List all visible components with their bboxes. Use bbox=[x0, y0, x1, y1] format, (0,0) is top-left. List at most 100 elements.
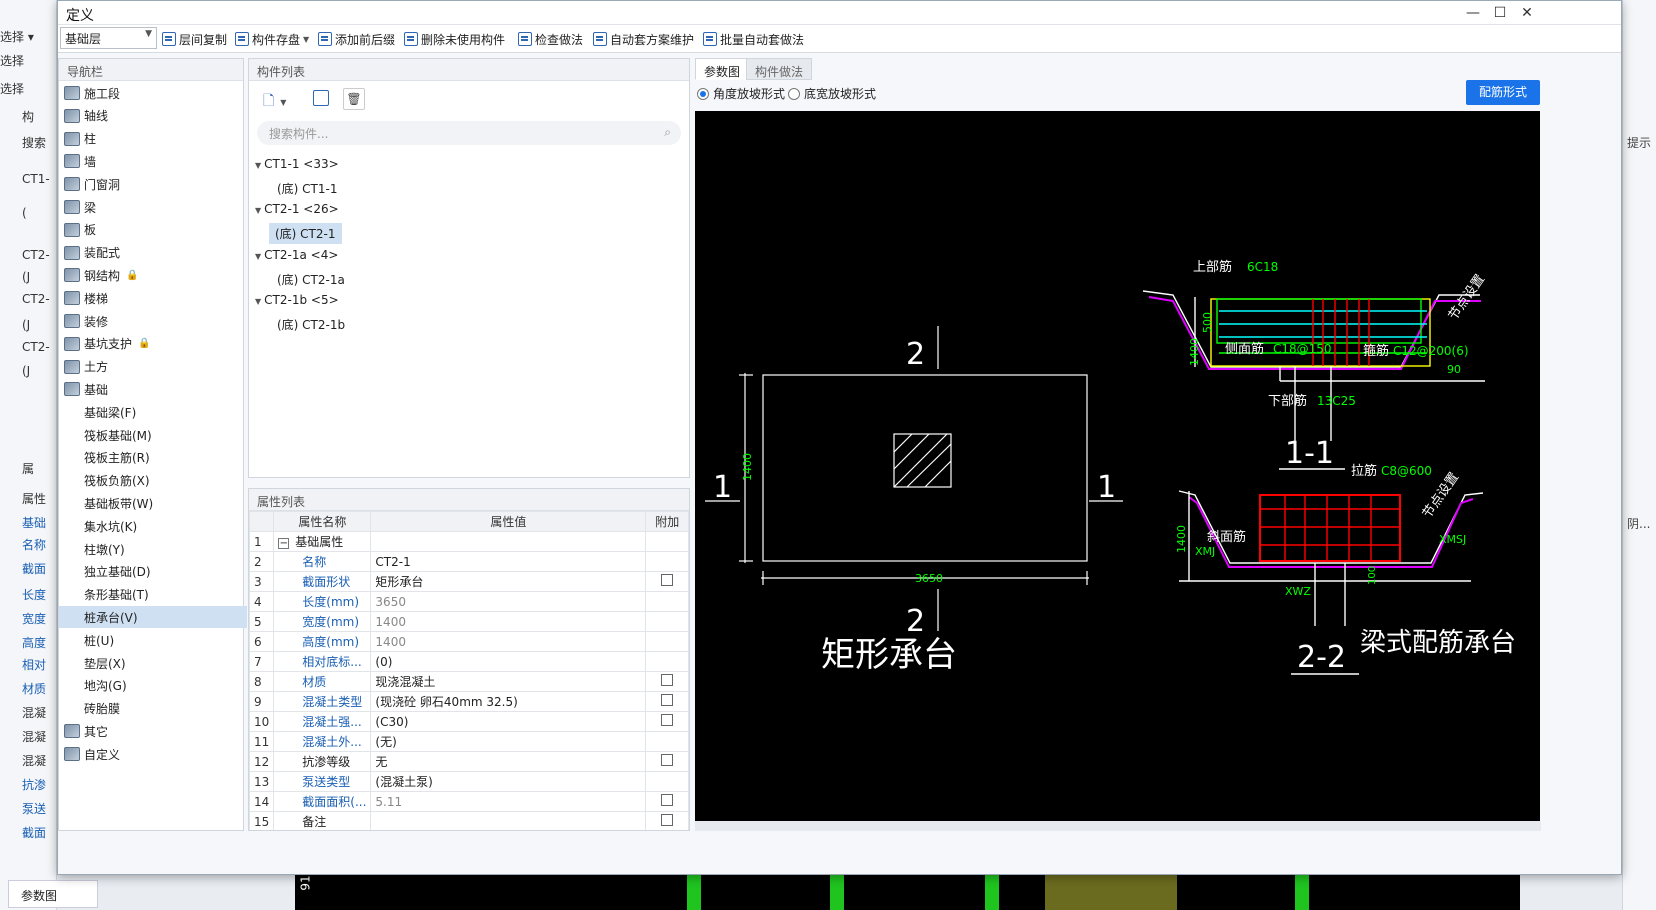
property-row[interactable]: 3 截面形状 矩形承台 bbox=[249, 571, 689, 592]
nav-sub-item[interactable]: 桩(U) bbox=[59, 629, 247, 651]
floor-copy-button[interactable]: 层间复制 bbox=[162, 30, 227, 48]
property-value[interactable]: 1400 bbox=[370, 611, 647, 632]
tree-item[interactable]: (底) CT2-1a bbox=[277, 271, 345, 288]
floor-select[interactable]: 基础层 ▼ bbox=[60, 27, 157, 49]
tree-item[interactable]: (底) CT1-1 bbox=[277, 180, 338, 197]
property-row[interactable]: 9 混凝土类型 (现浇砼 卵石40mm 32.5) bbox=[249, 691, 689, 712]
delete-icon[interactable]: 🗑 bbox=[343, 88, 365, 110]
tree-group[interactable]: ▼ CT2-1a <4> bbox=[255, 248, 338, 262]
nav-sub-item[interactable]: 柱墩(Y) bbox=[59, 538, 247, 560]
property-row[interactable]: 15 备注 bbox=[249, 811, 689, 830]
nav-item[interactable]: 板 bbox=[59, 219, 247, 241]
nav-sub-item[interactable]: 砖胎膜 bbox=[59, 698, 247, 720]
property-value[interactable] bbox=[370, 811, 647, 830]
property-row[interactable]: 11 混凝土外... (无) bbox=[249, 731, 689, 752]
duplicate-icon[interactable] bbox=[313, 90, 329, 106]
nav-sub-item[interactable]: 基础梁(F) bbox=[59, 401, 247, 423]
background-canvas-strip: 91 bbox=[295, 872, 1520, 910]
tab-param-diagram[interactable]: 参数图 bbox=[695, 58, 750, 80]
append-checkbox[interactable] bbox=[661, 574, 674, 586]
nav-item[interactable]: 基坑支护 🔒 bbox=[59, 333, 247, 355]
close-button[interactable]: ✕ bbox=[1514, 3, 1540, 23]
property-row[interactable]: 12 抗渗等级无 bbox=[249, 751, 689, 772]
minimize-button[interactable]: — bbox=[1460, 3, 1486, 23]
new-component-icon[interactable]: 🗋 ▼ bbox=[263, 90, 286, 114]
property-value[interactable]: 矩形承台 bbox=[370, 571, 647, 592]
maximize-button[interactable]: ☐ bbox=[1487, 3, 1513, 23]
nav-sub-item[interactable]: 筏板主筋(R) bbox=[59, 447, 247, 469]
property-value[interactable]: CT2-1 bbox=[370, 551, 647, 572]
nav-sub-item[interactable]: 筏板基础(M) bbox=[59, 424, 247, 446]
nav-item[interactable]: 梁 bbox=[59, 196, 247, 218]
property-row[interactable]: 5 宽度(mm) 1400 bbox=[249, 611, 689, 632]
nav-sub-item[interactable]: 桩承台(V) bbox=[59, 606, 247, 629]
property-value[interactable]: 无 bbox=[370, 751, 647, 772]
append-checkbox[interactable] bbox=[661, 794, 674, 806]
bg-tab-param[interactable]: 参数图 bbox=[8, 880, 98, 908]
nav-item[interactable]: 墙 bbox=[59, 150, 247, 172]
nav-sub-item[interactable]: 基础板带(W) bbox=[59, 492, 247, 514]
property-row[interactable]: 8 材质 现浇混凝土 bbox=[249, 671, 689, 692]
row-number: 3 bbox=[249, 571, 275, 592]
tree-group[interactable]: ▼ CT2-1b <5> bbox=[255, 293, 339, 307]
nav-item[interactable]: 施工段 bbox=[59, 82, 247, 104]
collapse-icon[interactable]: − bbox=[278, 538, 290, 549]
batch-auto-button[interactable]: 批量自动套做法 bbox=[703, 30, 804, 48]
property-row[interactable]: 1− 基础属性 bbox=[249, 531, 689, 552]
component-search-input[interactable]: 搜索构件... ⌕ bbox=[257, 121, 681, 145]
property-row[interactable]: 7 相对底标... (0) bbox=[249, 651, 689, 672]
property-row[interactable]: 2 名称 CT2-1 bbox=[249, 551, 689, 572]
tab-component-method[interactable]: 构件做法 bbox=[746, 58, 813, 80]
nav-item[interactable]: 土方 bbox=[59, 356, 247, 378]
nav-sub-item[interactable]: 集水坑(K) bbox=[59, 515, 247, 537]
nav-sub-item[interactable]: 条形基础(T) bbox=[59, 584, 247, 606]
nav-item[interactable]: 柱 bbox=[59, 128, 247, 150]
property-row[interactable]: 6 高度(mm) 1400 bbox=[249, 631, 689, 652]
rebar-form-button[interactable]: 配筋形式 bbox=[1466, 80, 1540, 105]
tree-group[interactable]: ▼ CT2-1 <26> bbox=[255, 202, 339, 216]
nav-item[interactable]: 装修 bbox=[59, 310, 247, 332]
nav-item[interactable]: 基础 bbox=[59, 378, 247, 400]
append-checkbox[interactable] bbox=[661, 814, 674, 826]
tree-item[interactable]: (底) CT2-1b bbox=[277, 316, 345, 333]
radio-width-slope[interactable]: 底宽放坡形式 bbox=[788, 85, 876, 102]
property-value[interactable] bbox=[370, 531, 647, 552]
delete-unused-button[interactable]: 删除未使用构件 bbox=[404, 30, 505, 48]
append-checkbox[interactable] bbox=[661, 674, 674, 686]
nav-item[interactable]: 楼梯 bbox=[59, 287, 247, 309]
property-row[interactable]: 4 长度(mm) 3650 bbox=[249, 591, 689, 612]
property-value[interactable]: (无) bbox=[370, 731, 647, 752]
property-value[interactable]: (混凝土泵) bbox=[370, 771, 647, 792]
property-value[interactable]: 现浇混凝土 bbox=[370, 671, 647, 692]
nav-item[interactable]: 装配式 bbox=[59, 242, 247, 264]
nav-item[interactable]: 轴线 bbox=[59, 105, 247, 127]
nav-item[interactable]: 门窗洞 bbox=[59, 173, 247, 195]
tree-item[interactable]: (底) CT2-1 bbox=[269, 223, 342, 245]
nav-sub-item[interactable]: 筏板负筋(X) bbox=[59, 470, 247, 492]
append-checkbox[interactable] bbox=[661, 694, 674, 706]
property-row[interactable]: 14 截面面积(... 5.11 bbox=[249, 791, 689, 812]
tree-group[interactable]: ▼ CT1-1 <33> bbox=[255, 157, 339, 171]
property-value[interactable]: (C30) bbox=[370, 711, 647, 732]
check-method-button[interactable]: 检查做法 bbox=[518, 30, 583, 48]
property-value[interactable]: 1400 bbox=[370, 631, 647, 652]
nav-sub-item[interactable]: 垫层(X) bbox=[59, 652, 247, 674]
add-prefix-suffix-button[interactable]: 添加前后缀 bbox=[318, 30, 395, 48]
append-checkbox[interactable] bbox=[661, 714, 674, 726]
nav-sub-item[interactable]: 地沟(G) bbox=[59, 675, 247, 697]
property-row[interactable]: 10 混凝土强... (C30) bbox=[249, 711, 689, 732]
radio-angle-slope[interactable]: 角度放坡形式 bbox=[697, 85, 785, 102]
drawing-scrollbar[interactable] bbox=[695, 821, 1541, 831]
nav-item[interactable]: 其它 bbox=[59, 720, 247, 742]
property-value[interactable]: (现浇砼 卵石40mm 32.5) bbox=[370, 691, 647, 712]
property-value[interactable]: 3650 bbox=[370, 591, 647, 612]
nav-sub-item[interactable]: 独立基础(D) bbox=[59, 561, 247, 583]
append-checkbox[interactable] bbox=[661, 754, 674, 766]
property-value[interactable]: 5.11 bbox=[370, 791, 647, 812]
nav-item[interactable]: 钢结构 🔒 bbox=[59, 264, 247, 286]
property-row[interactable]: 13 泵送类型 (混凝土泵) bbox=[249, 771, 689, 792]
auto-scheme-button[interactable]: 自动套方案维护 bbox=[593, 30, 694, 48]
save-component-button[interactable]: 构件存盘 ▼ bbox=[235, 30, 309, 48]
nav-item[interactable]: 自定义 bbox=[59, 743, 247, 765]
property-value[interactable]: (0) bbox=[370, 651, 647, 672]
